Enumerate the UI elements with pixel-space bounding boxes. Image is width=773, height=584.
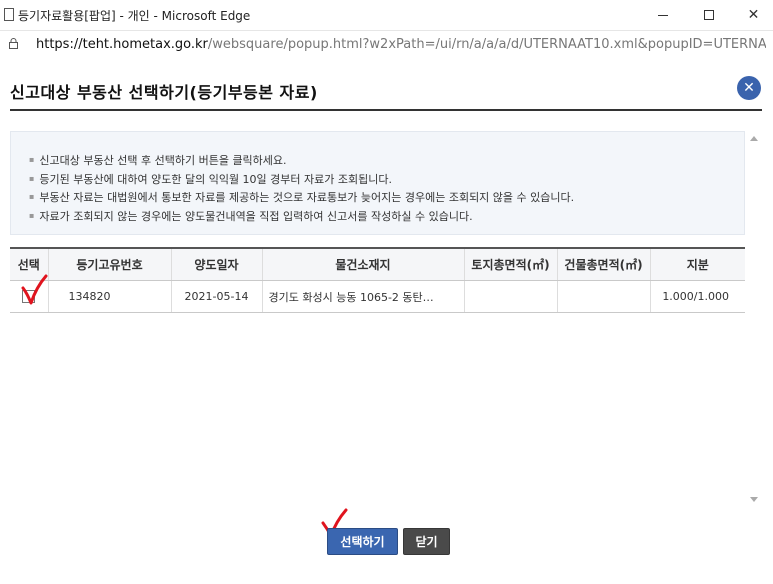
url-text[interactable]: https://teht.hometax.go.kr/websquare/pop… bbox=[36, 37, 766, 52]
info-item: 신고대상 부동산 선택 후 선택하기 버튼을 클릭하세요. bbox=[29, 151, 574, 170]
annotation-check-icon bbox=[21, 274, 48, 305]
popup-close-button[interactable]: ✕ bbox=[737, 76, 761, 100]
info-item: 부동산 자료는 대법원에서 통보한 자료를 제공하는 것으로 자료통보가 늦어지… bbox=[29, 188, 574, 207]
url-path: /websquare/popup.html?w2xPath=/ui/rn/a/a… bbox=[207, 37, 766, 52]
page-icon bbox=[4, 8, 14, 21]
close-icon: ✕ bbox=[743, 80, 755, 96]
info-notice-box: 신고대상 부동산 선택 후 선택하기 버튼을 클릭하세요. 등기된 부동산에 대… bbox=[10, 131, 745, 235]
cell-share: 1.000/1.000 bbox=[649, 280, 745, 313]
window-title: 등기자료활용[팝업] - 개인 - Microsoft Edge bbox=[18, 9, 251, 23]
scroll-down-icon[interactable] bbox=[750, 497, 758, 502]
header-reg-no: 등기고유번호 bbox=[47, 247, 171, 281]
title-divider bbox=[10, 109, 762, 111]
header-share: 지분 bbox=[649, 247, 745, 281]
window-close-button[interactable]: ✕ bbox=[731, 0, 773, 30]
header-address: 물건소재지 bbox=[261, 247, 464, 281]
window-titlebar: 등기자료활용[팝업] - 개인 - Microsoft Edge ✕ bbox=[0, 0, 773, 31]
close-button[interactable]: 닫기 bbox=[403, 528, 450, 555]
minimize-button[interactable] bbox=[640, 0, 685, 30]
table-header-row: 선택 등기고유번호 양도일자 물건소재지 토지총면적(㎡) 건물총면적(㎡) 지… bbox=[10, 247, 745, 281]
maximize-button[interactable] bbox=[686, 0, 731, 30]
vertical-scrollbar[interactable] bbox=[747, 130, 762, 518]
table-row[interactable]: 134820 2021-05-14 경기도 화성시 능동 1065-2 동탄… … bbox=[10, 280, 745, 313]
property-table: 선택 등기고유번호 양도일자 물건소재지 토지총면적(㎡) 건물총면적(㎡) 지… bbox=[10, 247, 745, 313]
header-date: 양도일자 bbox=[170, 247, 262, 281]
cell-date: 2021-05-14 bbox=[170, 280, 262, 313]
cell-address: 경기도 화성시 능동 1065-2 동탄… bbox=[261, 280, 464, 313]
info-item: 등기된 부동산에 대하여 양도한 달의 익익월 10일 경부터 자료가 조회됩니… bbox=[29, 170, 574, 189]
maximize-icon bbox=[703, 10, 714, 20]
info-list: 신고대상 부동산 선택 후 선택하기 버튼을 클릭하세요. 등기된 부동산에 대… bbox=[29, 151, 574, 225]
cell-building-area bbox=[556, 280, 650, 313]
scroll-up-icon[interactable] bbox=[750, 136, 758, 141]
lock-icon bbox=[9, 38, 18, 49]
select-button[interactable]: 선택하기 bbox=[327, 528, 398, 555]
minimize-icon bbox=[657, 14, 668, 16]
url-host: https://teht.hometax.go.kr bbox=[36, 37, 208, 52]
header-building-area: 건물총면적(㎡) bbox=[556, 247, 650, 281]
close-icon: ✕ bbox=[747, 7, 760, 23]
header-land-area: 토지총면적(㎡) bbox=[463, 247, 557, 281]
popup-title: 신고대상 부동산 선택하기(등기부등본 자료) bbox=[10, 83, 318, 102]
address-bar[interactable]: https://teht.hometax.go.kr/websquare/pop… bbox=[0, 31, 773, 59]
cell-reg-no: 134820 bbox=[47, 280, 171, 313]
info-item: 자료가 조회되지 않는 경우에는 양도물건내역을 직접 입력하여 신고서를 작성… bbox=[29, 207, 574, 226]
cell-land-area bbox=[463, 280, 557, 313]
